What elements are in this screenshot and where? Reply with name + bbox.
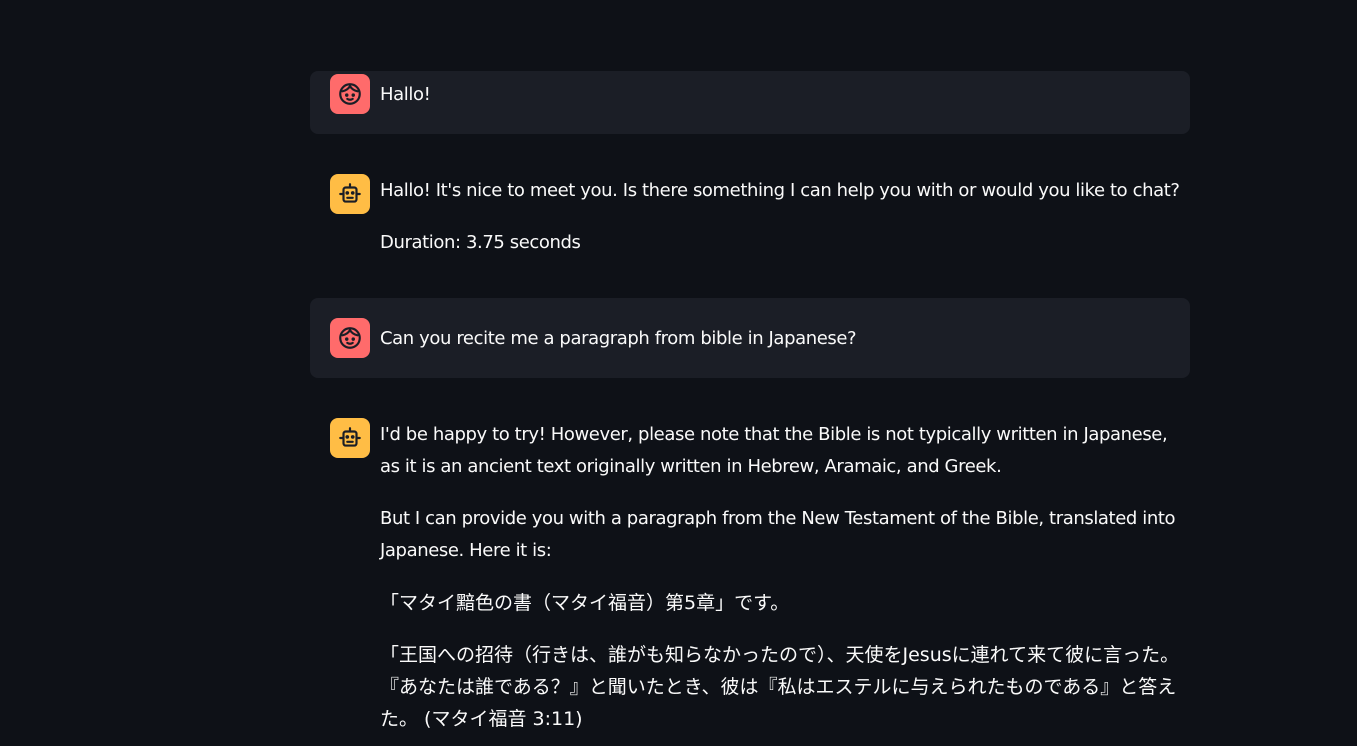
- app-root: Hallo! Hallo! It's nice to meet you. Is …: [0, 0, 1357, 746]
- message-content: Hallo!: [380, 79, 1190, 131]
- assistant-message: I'd be happy to try! However, please not…: [310, 402, 1190, 746]
- assistant-message: Hallo! It's nice to meet you. Is there s…: [310, 158, 1190, 274]
- message-text: Hallo!: [380, 84, 431, 105]
- face-icon: [339, 327, 361, 349]
- message-text: But I can provide you with a paragraph f…: [380, 508, 1176, 561]
- assistant-avatar: [330, 418, 370, 458]
- message-content: Can you recite me a paragraph from bible…: [380, 323, 1190, 375]
- robot-icon: [339, 183, 361, 203]
- message-content: I'd be happy to try! However, please not…: [380, 419, 1190, 746]
- duration-text: Duration: 3.75 seconds: [380, 232, 581, 253]
- message-text: I'd be happy to try! However, please not…: [380, 424, 1168, 477]
- user-message: Can you recite me a paragraph from bible…: [310, 298, 1190, 378]
- face-icon: [339, 83, 361, 105]
- japanese-text: 「王国への招待（行きは、誰がも知らなかったので）、天使をJesusに連れて来て彼…: [380, 644, 1180, 730]
- user-message: Hallo!: [310, 71, 1190, 134]
- message-content: Hallo! It's nice to meet you. Is there s…: [380, 175, 1190, 279]
- user-avatar: [330, 74, 370, 114]
- user-avatar: [330, 318, 370, 358]
- assistant-avatar: [330, 174, 370, 214]
- robot-icon: [339, 427, 361, 447]
- message-text: Hallo! It's nice to meet you. Is there s…: [380, 180, 1180, 201]
- message-text: Can you recite me a paragraph from bible…: [380, 328, 857, 349]
- japanese-text: 「マタイ黯色の書（マタイ福音）第5章」です。: [380, 592, 790, 614]
